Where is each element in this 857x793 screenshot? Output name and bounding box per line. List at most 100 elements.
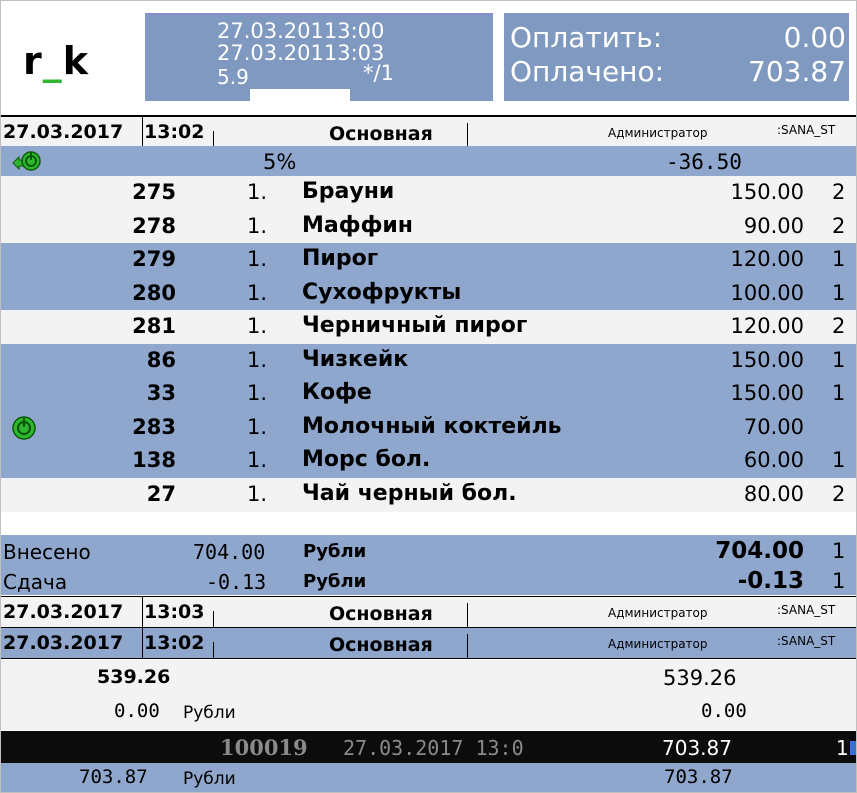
order-item-row[interactable]: 279 1. Пирог 120.00 1 (1, 243, 856, 277)
deposited-col: 1 (832, 539, 846, 563)
order-date: 27.03.2017 (3, 632, 124, 654)
item-col: 1 (832, 348, 846, 372)
item-code: 279 (132, 247, 176, 271)
discount-row[interactable]: 5% -36.50 (1, 146, 856, 176)
order-time: 13:02 (144, 632, 205, 654)
order-user: Администратор (608, 606, 708, 620)
change-row[interactable]: Сдача -0.13 Рубли -0.13 1 (1, 565, 856, 595)
item-name: Пирог (302, 246, 379, 271)
item-qty: 1. (247, 348, 268, 372)
item-name: Черничный пирог (302, 313, 528, 338)
item-qty: 1. (247, 482, 268, 506)
item-code: 281 (132, 314, 176, 338)
item-code: 27 (146, 482, 176, 506)
item-col: 2 (832, 180, 846, 204)
order-header-row[interactable]: 27.03.2017 13:02 Основная Администратор … (1, 115, 856, 148)
info-box: 27.03.20113:00 27.03.20113:03 5.9 */1 (145, 13, 493, 101)
scroll-marker (850, 741, 856, 755)
deposited-row[interactable]: Внесено 704.00 Рубли 704.00 1 (1, 535, 856, 565)
change-col: 1 (832, 569, 846, 593)
check-datetime: 27.03.2017 13:0 (343, 736, 524, 760)
order-item-row[interactable]: 86 1. Чизкейк 150.00 1 (1, 344, 856, 378)
order-station: :SANA_ST (777, 123, 836, 137)
item-code: 138 (132, 448, 176, 472)
item-name: Чизкейк (302, 347, 409, 372)
summary-block: 539.26 539.26 0.00 Рубли 0.00 (1, 660, 856, 730)
order-station: :SANA_ST (777, 603, 836, 617)
item-name: Чай черный бол. (302, 481, 517, 506)
item-col: 2 (832, 214, 846, 238)
item-name: Маффин (302, 213, 414, 238)
order-item-row[interactable]: 281 1. Черничный пирог 120.00 2 (1, 310, 856, 344)
summary-zero-amount: 0.00 (114, 700, 160, 722)
order-time: 13:02 (144, 121, 205, 143)
change-amount: -0.13 (206, 570, 267, 594)
order-item-row[interactable]: 33 1. Кофе 150.00 1 (1, 377, 856, 411)
order-menu: Основная (329, 123, 433, 145)
order-menu: Основная (329, 634, 433, 656)
item-qty: 1. (247, 415, 268, 439)
item-col: 1 (832, 281, 846, 305)
order-date: 27.03.2017 (3, 601, 124, 623)
check-number: 100019 (220, 735, 308, 760)
item-qty: 1. (247, 247, 268, 271)
item-col: 2 (832, 314, 846, 338)
discount-amount: -36.50 (666, 150, 742, 174)
payment-box: Оплатить: 0.00 Оплачено: 703.87 (504, 13, 849, 101)
item-price: 80.00 (743, 482, 804, 506)
info-line-1: 27.03.20113:00 (217, 19, 385, 43)
deposited-total: 704.00 (715, 538, 804, 564)
summary-sum-left: 539.26 (97, 666, 171, 688)
change-label: Сдача (3, 570, 68, 594)
deposited-currency: Рубли (303, 541, 367, 562)
logo: r_k (23, 39, 90, 83)
item-qty: 1. (247, 214, 268, 238)
item-qty: 1. (247, 381, 268, 405)
item-col: 1 (832, 381, 846, 405)
item-name: Молочный коктейль (302, 414, 562, 439)
item-name: Кофе (302, 380, 372, 405)
item-price: 60.00 (743, 448, 804, 472)
item-col: 2 (832, 482, 846, 506)
paid-label: Оплачено: (510, 55, 665, 88)
item-price: 120.00 (730, 314, 804, 338)
item-price: 150.00 (730, 348, 804, 372)
item-code: 283 (132, 415, 176, 439)
discount-coin-icon (12, 151, 41, 171)
final-row[interactable]: 703.87 Рубли 703.87 (1, 763, 856, 792)
order-date: 27.03.2017 (3, 121, 124, 143)
order-header-row[interactable]: 27.03.2017 13:03 Основная Администратор … (1, 596, 856, 628)
item-name: Морс бол. (302, 447, 431, 472)
to-pay-label: Оплатить: (510, 21, 663, 54)
item-price: 100.00 (730, 281, 804, 305)
order-item-row[interactable]: 283 1. Молочный коктейль 70.00 (1, 411, 856, 445)
check-col: 1 (836, 736, 849, 760)
item-code: 280 (132, 281, 176, 305)
order-item-row[interactable]: 27 1. Чай черный бол. 80.00 2 (1, 478, 856, 512)
item-price: 150.00 (730, 381, 804, 405)
order-item-row[interactable]: 280 1. Сухофрукты 100.00 1 (1, 277, 856, 311)
final-amount: 703.87 (79, 766, 148, 788)
final-right: 703.87 (664, 766, 733, 788)
deposited-amount: 704.00 (193, 540, 266, 564)
item-price: 120.00 (730, 247, 804, 271)
item-qty: 1. (247, 448, 268, 472)
change-currency: Рубли (303, 571, 367, 592)
discount-percent: 5% (263, 150, 297, 174)
item-code: 278 (132, 214, 176, 238)
item-code: 33 (146, 381, 176, 405)
order-header-row[interactable]: 27.03.2017 13:02 Основная Администратор … (1, 628, 856, 659)
order-user: Администратор (608, 126, 708, 140)
item-qty: 1. (247, 180, 268, 204)
discount-coin-icon (12, 416, 36, 440)
final-currency: Рубли (183, 769, 236, 789)
check-row[interactable]: 100019 27.03.2017 13:0 703.87 1 (1, 731, 856, 763)
order-item-row[interactable]: 278 1. Маффин 90.00 2 (1, 210, 856, 244)
order-item-row[interactable]: 275 1. Брауни 150.00 2 (1, 176, 856, 210)
order-menu: Основная (329, 603, 433, 625)
paid-value: 703.87 (748, 55, 846, 88)
info-line-2: 27.03.20113:03 (217, 41, 385, 65)
deposited-label: Внесено (3, 540, 91, 564)
summary-zero-right: 0.00 (701, 700, 747, 722)
order-item-row[interactable]: 138 1. Морс бол. 60.00 1 (1, 444, 856, 478)
